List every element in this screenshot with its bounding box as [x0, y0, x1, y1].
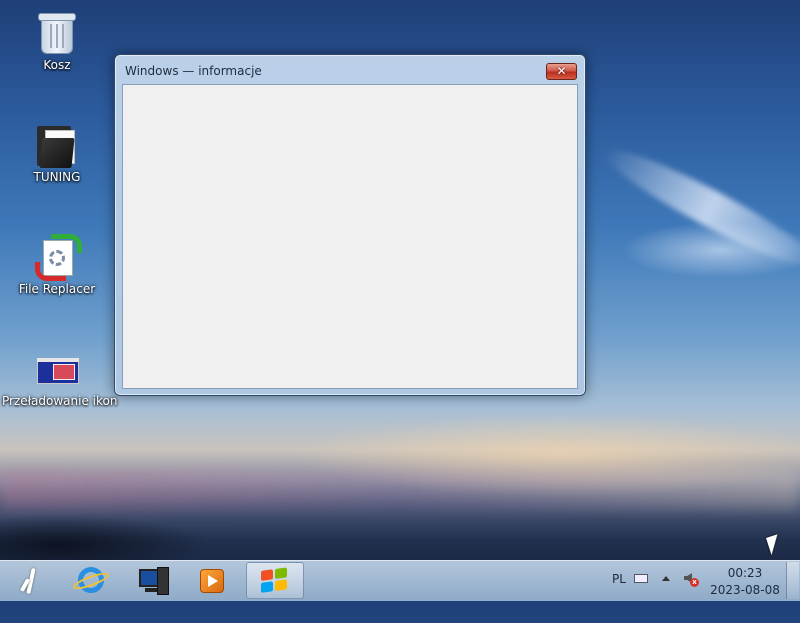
folder-icon — [33, 120, 81, 168]
desktop-icon-label: Przeładowanie ikon — [2, 394, 118, 408]
show-hidden-icons-icon[interactable] — [662, 576, 670, 581]
dialog-content-area — [122, 84, 578, 389]
mouse-cursor-icon — [766, 534, 783, 556]
windows-logo-icon — [261, 567, 289, 595]
desktop-icon-recycle-bin[interactable]: Kosz — [2, 8, 112, 72]
language-indicator[interactable]: PL — [612, 572, 626, 612]
desktop-icon-reload-icons[interactable]: Przeładowanie ikon — [2, 344, 118, 408]
start-icon — [19, 567, 42, 595]
wallpaper-rocks — [0, 505, 220, 560]
taskbar-winver-active[interactable] — [246, 562, 304, 599]
file-replacer-icon — [33, 232, 82, 281]
wallpaper-cloud — [595, 135, 800, 281]
muted-badge-icon: x — [690, 578, 699, 587]
desktop-icon-file-replacer[interactable]: File Replacer — [2, 232, 112, 296]
dialog-title: Windows — informacje — [125, 64, 262, 78]
taskbar-media-player[interactable] — [184, 562, 240, 599]
recycle-bin-icon — [33, 8, 81, 56]
clock-date[interactable]: 2023-08-08 — [710, 583, 780, 623]
taskbar: PL x 00:23 2023-08-08 — [0, 560, 800, 601]
about-windows-dialog: Windows — informacje ✕ — [114, 54, 586, 396]
close-button[interactable]: ✕ — [546, 63, 577, 80]
reload-icons-icon — [33, 344, 81, 392]
taskbar-computer[interactable] — [123, 562, 179, 599]
wallpaper-horizon — [0, 470, 800, 510]
desktop-icon-label: File Replacer — [18, 282, 96, 296]
desktop-icon-label: Kosz — [43, 58, 71, 72]
desktop-icon-label: TUNING — [33, 170, 81, 184]
taskbar-internet-explorer[interactable] — [62, 562, 118, 599]
start-button[interactable] — [2, 562, 58, 599]
desktop-icon-tuning-folder[interactable]: TUNING — [2, 120, 112, 184]
close-icon: ✕ — [556, 64, 567, 78]
show-desktop-button[interactable] — [786, 562, 799, 599]
keyboard-icon[interactable] — [634, 574, 648, 583]
